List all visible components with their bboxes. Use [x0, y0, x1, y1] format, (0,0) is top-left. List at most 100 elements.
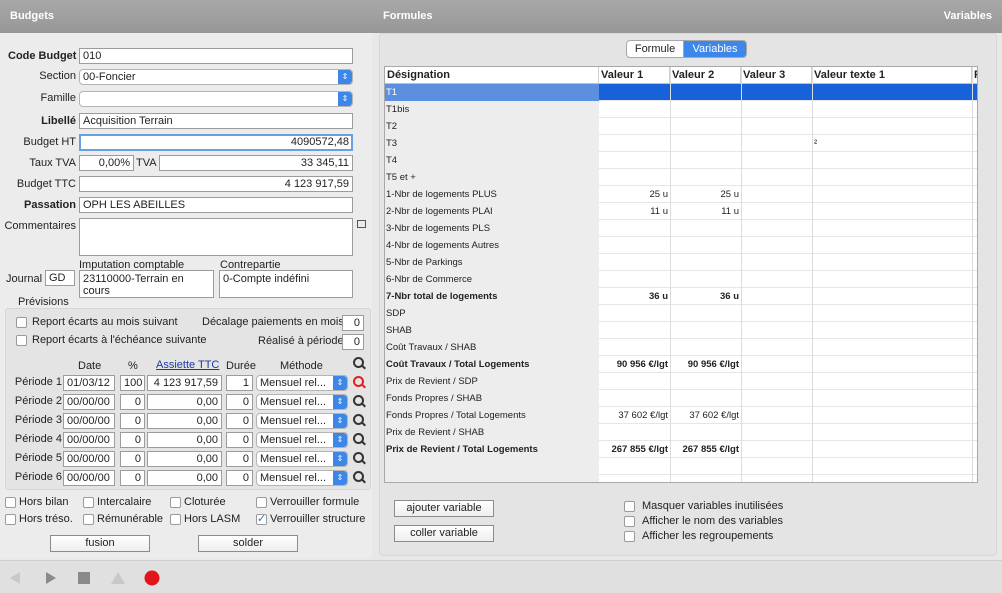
period-duree-field[interactable]: 1 [226, 375, 253, 391]
intercalaire-checkbox[interactable] [83, 497, 94, 508]
period-pct-field[interactable]: 0 [120, 394, 145, 410]
period-methode-select[interactable]: Mensuel rel... ⇕ [256, 432, 348, 448]
grid-row[interactable]: 6-Nbr de Commerce [385, 271, 977, 288]
play-icon[interactable] [44, 571, 58, 585]
search-icon[interactable] [353, 452, 366, 465]
period-duree-field[interactable]: 0 [226, 413, 253, 429]
previous-icon[interactable] [8, 571, 22, 585]
section-select[interactable]: 00-Foncier ⇕ [79, 69, 353, 85]
period-duree-field[interactable]: 0 [226, 470, 253, 486]
grid-row[interactable]: 2-Nbr de logements PLAI 11 u 11 u [385, 203, 977, 220]
grid-header-valeur1[interactable]: Valeur 1 [599, 67, 670, 84]
period-duree-field[interactable]: 0 [226, 432, 253, 448]
hors-lasm-checkbox[interactable] [170, 514, 181, 525]
grid-row[interactable]: Prix de Revient / Total Logements 267 855… [385, 441, 977, 458]
period-methode-select[interactable]: Mensuel rel... ⇕ [256, 394, 348, 410]
grid-row[interactable]: T1 [385, 84, 977, 101]
period-date-field[interactable]: 00/00/00 [63, 413, 115, 429]
cloturee-checkbox[interactable] [170, 497, 181, 508]
passation-field[interactable]: OPH LES ABEILLES [79, 197, 353, 213]
period-pct-field[interactable]: 0 [120, 432, 145, 448]
report-mois-checkbox[interactable] [16, 317, 27, 328]
period-pct-field[interactable]: 100 [120, 375, 145, 391]
grid-row[interactable]: 5-Nbr de Parkings [385, 254, 977, 271]
imputation-field[interactable]: 23110000-Terrain en cours [79, 270, 214, 298]
tab-variables[interactable]: Variables [684, 41, 746, 57]
period-assiette-field[interactable]: 0,00 [147, 470, 222, 486]
afficher-nom-checkbox[interactable] [624, 516, 635, 527]
ajouter-variable-button[interactable]: ajouter variable [394, 500, 494, 517]
solder-button[interactable]: solder [198, 535, 298, 552]
period-methode-select[interactable]: Mensuel rel... ⇕ [256, 470, 348, 486]
grid-row[interactable]: Prix de Revient / SHAB [385, 424, 977, 441]
tab-formule[interactable]: Formule [627, 41, 685, 57]
verrouiller-formule-checkbox[interactable] [256, 497, 267, 508]
period-duree-field[interactable]: 0 [226, 451, 253, 467]
grid-header-valeur3[interactable]: Valeur 3 [741, 67, 812, 84]
period-assiette-field[interactable]: 0,00 [147, 413, 222, 429]
fusion-button[interactable]: fusion [50, 535, 150, 552]
period-methode-select[interactable]: Mensuel rel... ⇕ [256, 375, 348, 391]
search-icon[interactable] [353, 357, 366, 370]
grid-row[interactable]: T3 ² [385, 135, 977, 152]
eject-icon[interactable] [110, 571, 126, 585]
record-icon[interactable] [144, 570, 160, 586]
report-echeance-checkbox[interactable] [16, 335, 27, 346]
period-date-field[interactable]: 01/03/12 [63, 375, 115, 391]
budget-ttc-field[interactable]: 4 123 917,59 [79, 176, 353, 192]
famille-select[interactable]: ⇕ [79, 91, 353, 107]
hors-treso-checkbox[interactable] [5, 514, 16, 525]
grid-row[interactable]: T5 et + [385, 169, 977, 186]
search-icon[interactable] [353, 414, 366, 427]
period-assiette-field[interactable]: 0,00 [147, 432, 222, 448]
period-pct-field[interactable]: 0 [120, 451, 145, 467]
period-methode-select[interactable]: Mensuel rel... ⇕ [256, 413, 348, 429]
period-duree-field[interactable]: 0 [226, 394, 253, 410]
grid-row[interactable]: Prix de Revient / SDP [385, 373, 977, 390]
period-pct-field[interactable]: 0 [120, 413, 145, 429]
grid-row-empty[interactable] [385, 458, 977, 475]
grid-row[interactable]: 1-Nbr de logements PLUS 25 u 25 u [385, 186, 977, 203]
code-budget-field[interactable]: 010 [79, 48, 353, 64]
grid-row[interactable]: SHAB [385, 322, 977, 339]
period-assiette-field[interactable]: 4 123 917,59 [147, 375, 222, 391]
journal-field[interactable]: GD [45, 270, 75, 286]
hors-bilan-checkbox[interactable] [5, 497, 16, 508]
period-pct-field[interactable]: 0 [120, 470, 145, 486]
grid-row[interactable]: 4-Nbr de logements Autres [385, 237, 977, 254]
grid-row[interactable]: Fonds Propres / SHAB [385, 390, 977, 407]
grid-row[interactable]: 3-Nbr de logements PLS [385, 220, 977, 237]
grid-row[interactable]: T4 [385, 152, 977, 169]
tva-field[interactable]: 33 345,11 [159, 155, 353, 171]
period-date-field[interactable]: 00/00/00 [63, 432, 115, 448]
afficher-regroupements-checkbox[interactable] [624, 531, 635, 542]
grid-row[interactable]: Fonds Propres / Total Logements 37 602 €/… [385, 407, 977, 424]
period-assiette-field[interactable]: 0,00 [147, 394, 222, 410]
expand-icon[interactable] [357, 220, 366, 228]
grid-row[interactable]: T1bis [385, 101, 977, 118]
col-assiette-header[interactable]: Assiette TTC [156, 359, 219, 371]
coller-variable-button[interactable]: coller variable [394, 525, 494, 542]
search-icon[interactable] [353, 376, 366, 389]
period-methode-select[interactable]: Mensuel rel... ⇕ [256, 451, 348, 467]
grid-row[interactable]: Coût Travaux / Total Logements 90 956 €/l… [385, 356, 977, 373]
grid-row[interactable]: Coût Travaux / SHAB [385, 339, 977, 356]
period-date-field[interactable]: 00/00/00 [63, 451, 115, 467]
taux-tva-field[interactable]: 0,00% [79, 155, 134, 171]
grid-header-designation[interactable]: Désignation [385, 67, 599, 84]
grid-row[interactable]: 7-Nbr total de logements 36 u 36 u [385, 288, 977, 305]
decalage-field[interactable]: 0 [342, 315, 364, 331]
grid-row-empty[interactable] [385, 475, 977, 482]
grid-header-valeur2[interactable]: Valeur 2 [670, 67, 741, 84]
masquer-variables-checkbox[interactable] [624, 501, 635, 512]
grid-row[interactable]: T2 [385, 118, 977, 135]
commentaires-field[interactable] [79, 218, 353, 256]
search-icon[interactable] [353, 471, 366, 484]
period-date-field[interactable]: 00/00/00 [63, 394, 115, 410]
remunerable-checkbox[interactable] [83, 514, 94, 525]
realise-field[interactable]: 0 [342, 334, 364, 350]
search-icon[interactable] [353, 433, 366, 446]
period-assiette-field[interactable]: 0,00 [147, 451, 222, 467]
search-icon[interactable] [353, 395, 366, 408]
budget-ht-field[interactable]: 4090572,48 [79, 134, 353, 151]
